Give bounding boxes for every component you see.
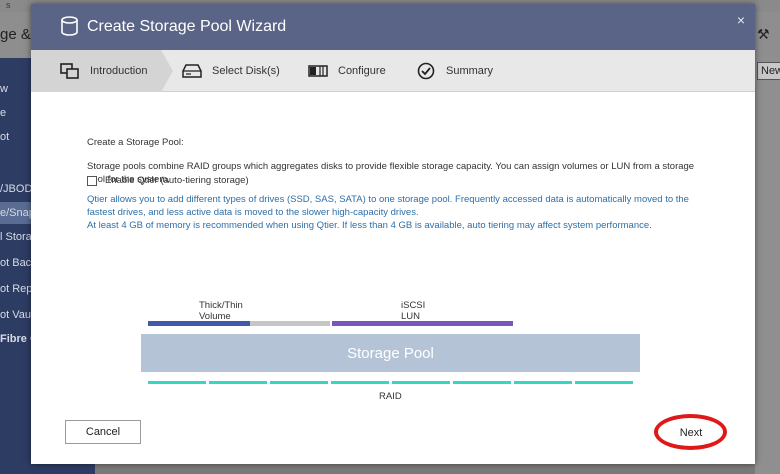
raid-segment — [209, 381, 267, 384]
storage-pool-block: Storage Pool — [140, 334, 641, 372]
step-arrow — [161, 50, 173, 92]
qtier-checkbox-label[interactable]: Enable Qtier (auto-tiering storage) — [105, 174, 249, 187]
raid-segment — [575, 381, 633, 384]
qtier-option[interactable]: Enable Qtier (auto-tiering storage) — [87, 174, 249, 187]
section-heading: Create a Storage Pool: — [87, 137, 184, 148]
lun-bar — [332, 321, 513, 326]
close-icon[interactable]: × — [737, 12, 745, 28]
qtier-info: Qtier allows you to add different types … — [87, 193, 707, 232]
check-circle-icon — [415, 62, 437, 80]
pool-edge — [640, 332, 642, 374]
step-label: Introduction — [90, 65, 148, 77]
raid-segment — [148, 381, 206, 384]
step-introduction: Introduction — [31, 50, 161, 92]
raid-segment — [453, 381, 511, 384]
pool-edge — [139, 332, 141, 374]
qtier-info-line: Qtier allows you to add different types … — [87, 194, 689, 218]
settings-icon[interactable]: ⚒ — [757, 26, 770, 43]
configure-icon — [307, 63, 329, 79]
storage-pool-icon — [61, 16, 78, 36]
background-content — [755, 58, 780, 474]
background-top-text: s — [6, 0, 11, 10]
step-label: Summary — [446, 65, 494, 77]
step-label: Select Disk(s) — [212, 65, 280, 77]
next-button[interactable]: Next — [662, 421, 720, 445]
background-title: ge & — [0, 26, 31, 43]
storage-pool-icon — [59, 63, 81, 79]
raid-segment — [331, 381, 389, 384]
iscsi-lun-label: iSCSI LUN — [401, 300, 426, 322]
qtier-checkbox[interactable] — [87, 175, 97, 186]
step-select-disks: Select Disk(s) — [181, 50, 280, 92]
modal-title: Create Storage Pool Wizard — [87, 18, 287, 35]
new-button[interactable]: New — [757, 62, 780, 80]
raid-segment — [392, 381, 450, 384]
raid-segment — [514, 381, 572, 384]
wizard-steps: Introduction Select Disk(s) Configure Su… — [31, 50, 755, 92]
volume-bar — [148, 321, 250, 326]
volume-free-bar — [250, 321, 330, 326]
raid-segment — [270, 381, 328, 384]
cancel-button[interactable]: Cancel — [65, 420, 141, 444]
raid-label: RAID — [379, 391, 402, 402]
disk-drive-icon — [181, 63, 203, 79]
modal-header: Create Storage Pool Wizard × — [31, 4, 755, 50]
thick-thin-volume-label: Thick/Thin Volume — [199, 300, 243, 322]
qtier-info-line: At least 4 GB of memory is recommended w… — [87, 220, 652, 231]
step-configure: Configure — [307, 50, 386, 92]
step-summary: Summary — [415, 50, 493, 92]
step-label: Configure — [338, 65, 386, 77]
